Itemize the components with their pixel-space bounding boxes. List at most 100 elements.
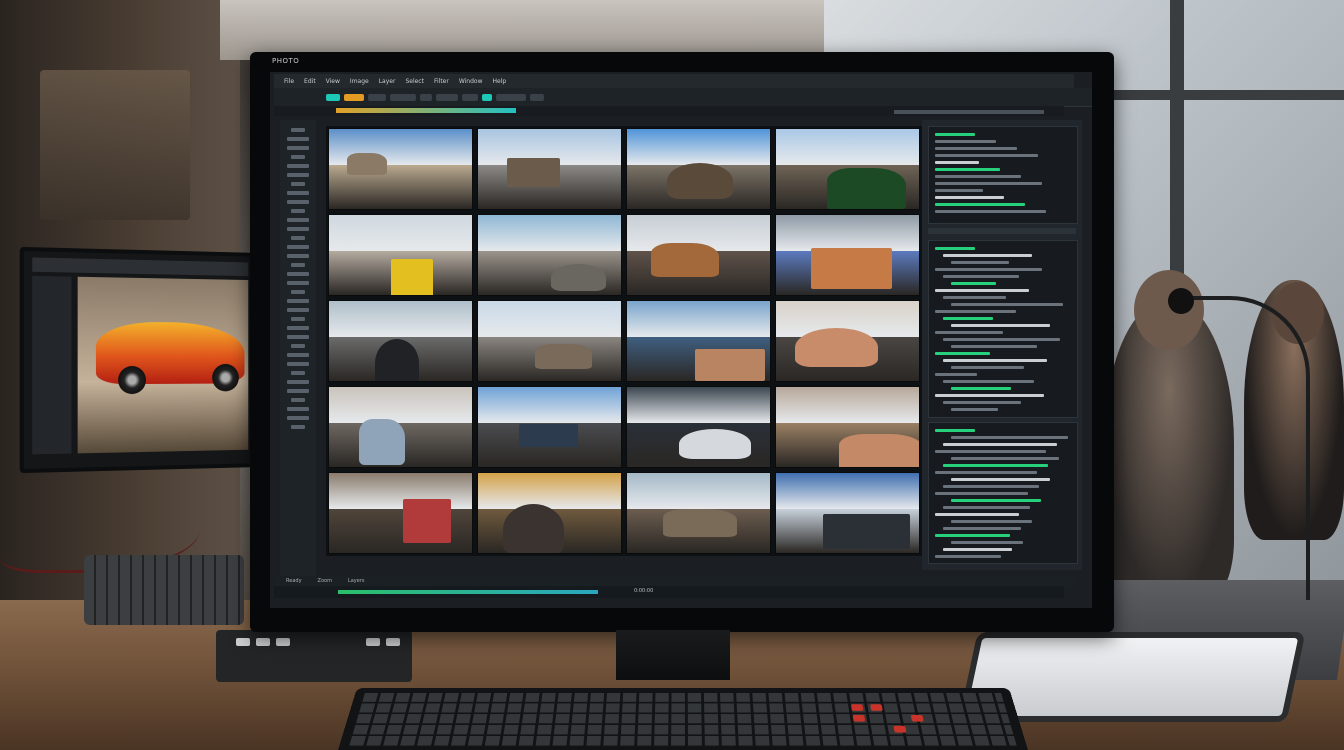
car-wheel: [118, 365, 146, 395]
tool-icon[interactable]: [287, 362, 309, 366]
tool-icon[interactable]: [291, 128, 305, 132]
menu-view[interactable]: View: [326, 78, 340, 85]
tool-button[interactable]: [344, 93, 364, 101]
tool-button[interactable]: [420, 93, 432, 101]
tool-icon[interactable]: [287, 227, 309, 231]
tool-icon[interactable]: [291, 209, 305, 213]
menu-file[interactable]: File: [284, 78, 294, 85]
tool-button[interactable]: [482, 93, 492, 101]
thumbnail-grey-car-street[interactable]: [328, 386, 473, 468]
thumbnail-clay-figure-blue[interactable]: [775, 214, 920, 296]
tool-icon[interactable]: [287, 173, 309, 177]
key-row: [352, 724, 1014, 735]
thumbnail-silver-car-studio[interactable]: [626, 386, 771, 468]
tool-icon[interactable]: [287, 218, 309, 222]
thumbnail-tower-street[interactable]: [775, 128, 920, 210]
menu-filter[interactable]: Filter: [434, 78, 449, 85]
tool-button[interactable]: [462, 93, 478, 101]
tool-icon[interactable]: [287, 308, 309, 312]
secondary-monitor: [19, 246, 260, 474]
thumbnail-subject: [811, 248, 892, 289]
menu-layer[interactable]: Layer: [379, 78, 396, 85]
timeline-bar[interactable]: 0:00:00: [274, 586, 1064, 598]
tool-icon[interactable]: [287, 416, 309, 420]
thumbnail-cathedral-street[interactable]: [477, 128, 622, 210]
thumbnail-subject: [551, 264, 606, 291]
thumbnail-sky: [478, 387, 621, 423]
tool-icon[interactable]: [287, 380, 309, 384]
tool-button[interactable]: [496, 93, 526, 101]
panel-row: [943, 359, 1047, 362]
menu-window[interactable]: Window: [459, 78, 483, 85]
thumbnail-dark-car-showroom[interactable]: [328, 300, 473, 382]
thumbnail-sky: [329, 215, 472, 251]
thumbnail-mirror-figures[interactable]: [775, 386, 920, 468]
tool-icon[interactable]: [287, 200, 309, 204]
panel-row: [951, 261, 1009, 264]
tool-icon[interactable]: [291, 317, 305, 321]
thumbnail-street-cart[interactable]: [626, 214, 771, 296]
thumbnail-subject: [519, 424, 578, 447]
tool-icon[interactable]: [291, 236, 305, 240]
tool-icon[interactable]: [287, 407, 309, 411]
thumbnail-subject: [535, 344, 592, 369]
background-shelf: [40, 70, 190, 220]
tool-icon[interactable]: [287, 299, 309, 303]
thumbnail-blue-buildings[interactable]: [775, 472, 920, 554]
panel-row: [943, 401, 1021, 404]
tool-button[interactable]: [530, 93, 544, 101]
menu-image[interactable]: Image: [350, 78, 369, 85]
tool-icon[interactable]: [291, 290, 305, 294]
panel-row: [943, 275, 1019, 278]
panel-row: [951, 303, 1063, 306]
tool-icon[interactable]: [287, 353, 309, 357]
thumbnail-market-lane[interactable]: [626, 472, 771, 554]
key-row: [359, 703, 1007, 713]
tool-icon[interactable]: [287, 146, 309, 150]
thumbnail-industrial-yard[interactable]: [477, 214, 622, 296]
tool-icon[interactable]: [291, 182, 305, 186]
tool-icon[interactable]: [287, 137, 309, 141]
thumbnail-grid: [326, 126, 922, 556]
menu-bar: File Edit View Image Layer Select Filter…: [274, 74, 1074, 88]
thumbnail-figures-group[interactable]: [775, 300, 920, 382]
tool-icon[interactable]: [287, 335, 309, 339]
tool-button[interactable]: [436, 93, 458, 101]
photo-scene: PHOTO File Edit View Image Layer Select …: [0, 0, 1344, 750]
thumbnail-city-square[interactable]: [328, 128, 473, 210]
thumbnail-decor-room[interactable]: [328, 472, 473, 554]
tool-icon[interactable]: [291, 155, 305, 159]
menu-edit[interactable]: Edit: [304, 78, 316, 85]
tool-icon[interactable]: [287, 326, 309, 330]
tool-icon[interactable]: [287, 245, 309, 249]
tool-icon[interactable]: [287, 389, 309, 393]
tool-icon[interactable]: [287, 272, 309, 276]
thumbnail-hallway-car[interactable]: [477, 472, 622, 554]
thumbnail-subject: [503, 504, 564, 553]
control-button: [276, 638, 290, 646]
panel-row: [935, 352, 990, 355]
tool-button[interactable]: [368, 93, 386, 101]
tool-icon[interactable]: [291, 425, 305, 429]
menu-select[interactable]: Select: [405, 78, 424, 85]
panel-row: [951, 520, 1032, 523]
thumbnail-yellow-car-garage[interactable]: [328, 214, 473, 296]
tool-icon[interactable]: [291, 398, 305, 402]
tool-icon[interactable]: [287, 191, 309, 195]
thumbnail-character-closeup[interactable]: [626, 300, 771, 382]
tool-icon[interactable]: [287, 164, 309, 168]
tool-icon[interactable]: [291, 263, 305, 267]
secondary-side-panel: [32, 275, 72, 455]
tool-icon[interactable]: [287, 281, 309, 285]
tool-button[interactable]: [326, 93, 340, 101]
panel-row: [943, 485, 1039, 488]
thumbnail-clock-tower[interactable]: [626, 128, 771, 210]
options-slider[interactable]: [894, 110, 1044, 114]
tool-icon[interactable]: [291, 371, 305, 375]
tool-icon[interactable]: [291, 344, 305, 348]
menu-help[interactable]: Help: [493, 78, 507, 85]
tool-button[interactable]: [390, 93, 416, 101]
thumbnail-city-avenue[interactable]: [477, 300, 622, 382]
tool-icon[interactable]: [287, 254, 309, 258]
thumbnail-eiffel-scene[interactable]: [477, 386, 622, 468]
